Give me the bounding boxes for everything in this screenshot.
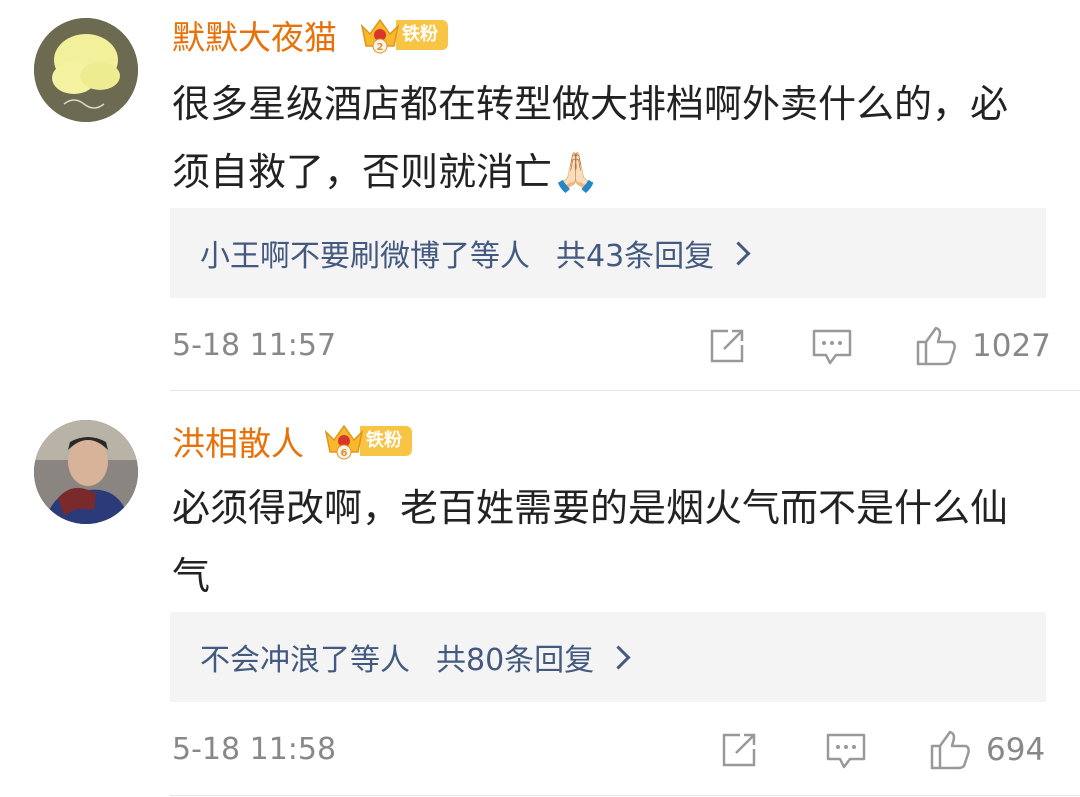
replies-preview[interactable]: 小王啊不要刷微博了等人 共43条回复 [170, 208, 1046, 298]
reply-users[interactable]: 小王啊不要刷微博了等人 [200, 231, 530, 275]
divider [170, 795, 1080, 796]
like-icon [916, 326, 956, 366]
share-icon [710, 329, 744, 363]
share-icon [722, 733, 756, 767]
comment-item: 洪相散人 6 铁粉 必须得改啊，老百姓需要的是烟火气而不是什么仙气 不会冲浪了等… [0, 392, 1080, 797]
comment-icon [812, 329, 852, 365]
svg-text:2: 2 [377, 42, 384, 53]
fan-badge[interactable]: 6 铁粉 [322, 422, 412, 460]
fan-badge[interactable]: 2 铁粉 [358, 16, 448, 54]
fan-badge-label: 铁粉 [360, 426, 412, 456]
like-button[interactable]: 1027 [914, 324, 1051, 368]
share-button[interactable] [718, 728, 760, 772]
reply-count[interactable]: 共43条回复 [556, 231, 714, 275]
svg-text:6: 6 [341, 448, 348, 459]
avatar-image [34, 420, 138, 524]
comment-text: 很多星级酒店都在转型做大排档啊外卖什么的，必须自救了，否则就消亡🙏🏻 [172, 82, 1009, 194]
crown-icon: 2 [358, 16, 402, 54]
username[interactable]: 洪相散人 [172, 424, 304, 464]
comment-text: 必须得改啊，老百姓需要的是烟火气而不是什么仙气 [172, 486, 1009, 598]
chevron-right-icon [726, 240, 751, 266]
like-icon [930, 730, 970, 770]
chevron-right-icon [606, 644, 631, 670]
like-count: 694 [986, 732, 1046, 768]
comment-button[interactable] [824, 728, 868, 772]
share-button[interactable] [706, 324, 748, 368]
timestamp: 5-18 11:57 [172, 328, 337, 363]
crown-icon: 6 [322, 422, 366, 460]
like-count: 1027 [972, 328, 1051, 364]
fan-badge-label: 铁粉 [396, 20, 448, 50]
avatar-image [34, 18, 138, 122]
reply-users[interactable]: 不会冲浪了等人 [200, 635, 410, 679]
comment-icon [826, 733, 866, 769]
like-button[interactable]: 694 [928, 728, 1045, 772]
divider [170, 390, 1080, 391]
comment-button[interactable] [810, 324, 854, 368]
avatar[interactable] [34, 18, 138, 122]
username[interactable]: 默默大夜猫 [172, 18, 337, 58]
avatar[interactable] [34, 420, 138, 524]
timestamp: 5-18 11:58 [172, 732, 337, 767]
replies-preview[interactable]: 不会冲浪了等人 共80条回复 [170, 612, 1046, 702]
comment-item: 默默大夜猫 2 铁粉 很多星级酒店都在转型做大排档啊外卖什么的，必须自救了，否则… [0, 0, 1080, 392]
reply-count[interactable]: 共80条回复 [436, 635, 594, 679]
